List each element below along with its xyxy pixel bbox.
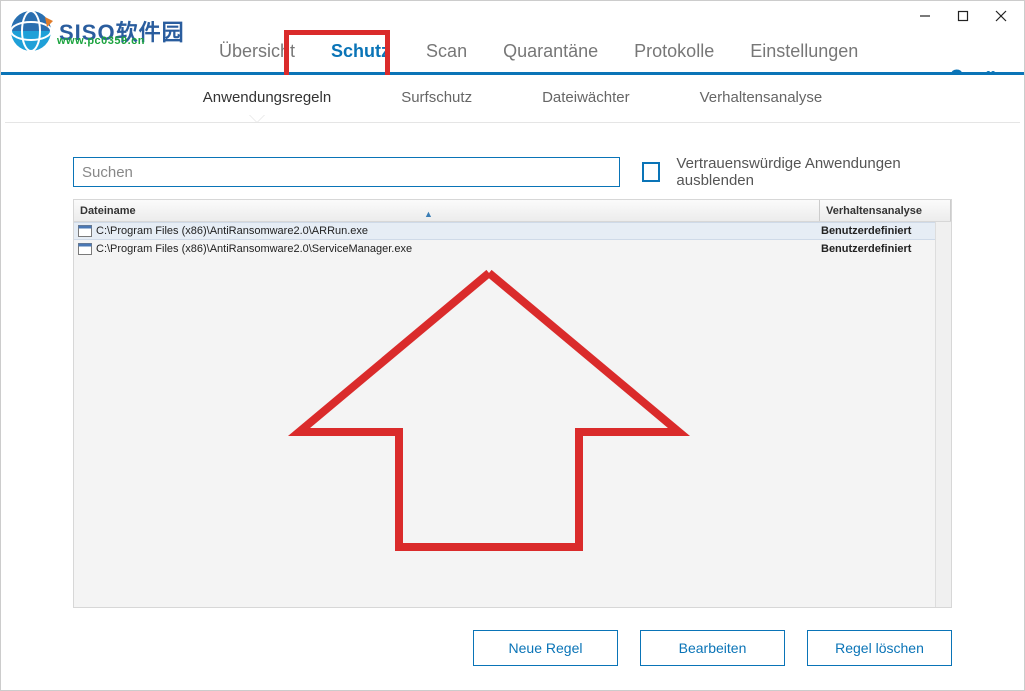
subtab-surf[interactable]: Surfschutz xyxy=(401,89,472,108)
vertical-scrollbar[interactable] xyxy=(935,222,951,607)
table-row[interactable]: C:\Program Files (x86)\AntiRansomware2.0… xyxy=(74,240,951,258)
subtab-app-rules[interactable]: Anwendungsregeln xyxy=(203,89,331,108)
search-row: Vertrauenswürdige Anwendungen ausblenden xyxy=(73,155,952,189)
table-header: Dateiname ▲ Verhaltensanalyse xyxy=(74,200,951,222)
subtab-behavior[interactable]: Verhaltensanalyse xyxy=(700,89,823,108)
table-row[interactable]: C:\Program Files (x86)\AntiRansomware2.0… xyxy=(74,222,951,240)
table-body: C:\Program Files (x86)\AntiRansomware2.0… xyxy=(74,222,951,607)
row-filename: C:\Program Files (x86)\AntiRansomware2.0… xyxy=(96,243,821,255)
column-header-analysis[interactable]: Verhaltensanalyse xyxy=(820,205,950,217)
minimize-icon xyxy=(919,10,931,22)
rules-table: Dateiname ▲ Verhaltensanalyse C:\Program… xyxy=(73,199,952,608)
content-area: Vertrauenswürdige Anwendungen ausblenden… xyxy=(1,123,1024,690)
tab-quarantine[interactable]: Quarantäne xyxy=(485,30,616,74)
application-icon xyxy=(78,225,92,237)
annotation-arrow xyxy=(269,267,709,567)
main-tab-bar: Übersicht Schutz Scan Quarantäne Protoko… xyxy=(1,31,1024,75)
column-header-filename[interactable]: Dateiname ▲ xyxy=(74,205,819,217)
sub-tab-bar: Anwendungsregeln Surfschutz Dateiwächter… xyxy=(5,75,1020,123)
column-header-filename-label: Dateiname xyxy=(80,205,136,217)
active-subtab-caret-inner xyxy=(250,115,264,122)
maximize-button[interactable] xyxy=(944,2,982,30)
delete-rule-button[interactable]: Regel löschen xyxy=(807,630,952,666)
hide-trusted-label: Vertrauenswürdige Anwendungen ausblenden xyxy=(676,155,952,189)
sort-asc-icon: ▲ xyxy=(424,209,433,219)
tab-protection[interactable]: Schutz xyxy=(313,30,408,74)
tab-overview[interactable]: Übersicht xyxy=(201,30,313,74)
tab-settings[interactable]: Einstellungen xyxy=(732,30,876,74)
app-window: SISO软件园 www.pc0359.cn Übersicht Schutz S… xyxy=(0,0,1025,691)
button-row: Neue Regel Bearbeiten Regel löschen xyxy=(73,630,952,666)
tab-scan[interactable]: Scan xyxy=(408,30,485,74)
row-analysis: Benutzerdefiniert xyxy=(821,243,951,255)
application-icon xyxy=(78,243,92,255)
search-input[interactable] xyxy=(82,164,611,181)
row-analysis: Benutzerdefiniert xyxy=(821,225,951,237)
maximize-icon xyxy=(957,10,969,22)
column-separator-end xyxy=(950,200,951,221)
hide-trusted-checkbox[interactable] xyxy=(642,162,660,182)
subtab-filewatch[interactable]: Dateiwächter xyxy=(542,89,630,108)
search-box[interactable] xyxy=(73,157,620,187)
close-icon xyxy=(995,10,1007,22)
minimize-button[interactable] xyxy=(906,2,944,30)
tab-logs[interactable]: Protokolle xyxy=(616,30,732,74)
close-button[interactable] xyxy=(982,2,1020,30)
new-rule-button[interactable]: Neue Regel xyxy=(473,630,618,666)
edit-rule-button[interactable]: Bearbeiten xyxy=(640,630,785,666)
row-filename: C:\Program Files (x86)\AntiRansomware2.0… xyxy=(96,225,821,237)
